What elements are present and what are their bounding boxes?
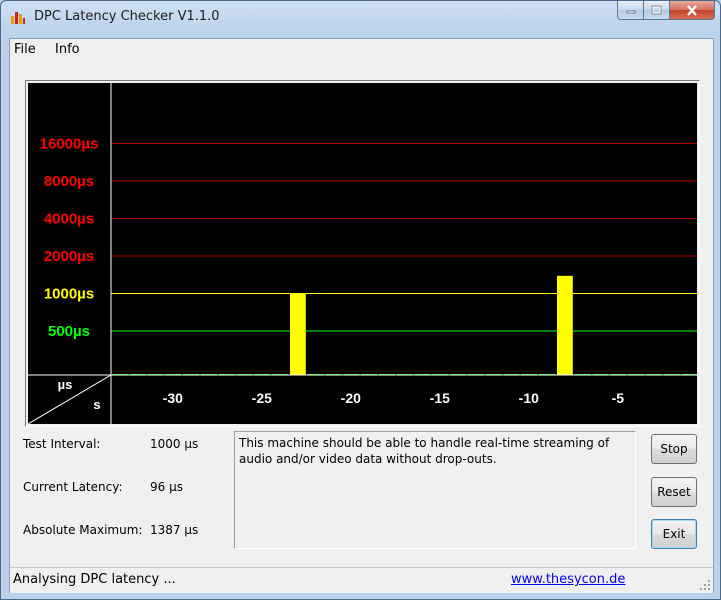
x-tick-label: -5 xyxy=(612,390,625,406)
close-button[interactable] xyxy=(670,1,715,20)
y-tick-label: 4000µs xyxy=(44,211,94,228)
menu-bar: File Info xyxy=(10,39,713,61)
y-tick-label: 8000µs xyxy=(44,173,94,190)
current-latency-label: Current Latency: xyxy=(23,480,123,494)
y-tick-label: 500µs xyxy=(48,323,90,340)
latency-bar xyxy=(557,275,573,375)
app-window: DPC Latency Checker V1.1.0 File Info 160… xyxy=(0,0,721,600)
window-title: DPC Latency Checker V1.1.0 xyxy=(34,9,220,24)
x-tick-label: -30 xyxy=(163,390,183,406)
test-interval-value: 1000 µs xyxy=(150,437,199,451)
resize-grip-icon[interactable] xyxy=(699,579,711,591)
maximize-button[interactable] xyxy=(644,1,670,20)
latency-graph: 16000µs 8000µs 4000µs 2000µs 1000µs 500µs -30… xyxy=(28,83,697,424)
absolute-maximum-value: 1387 µs xyxy=(150,523,199,537)
absolute-maximum-label: Absolute Maximum: xyxy=(23,523,143,537)
title-bar[interactable]: DPC Latency Checker V1.1.0 xyxy=(1,1,720,33)
test-interval-label: Test Interval: xyxy=(23,437,101,451)
status-bar: Analysing DPC latency ... www.thesycon.d… xyxy=(10,567,713,593)
menu-file[interactable]: File xyxy=(14,42,36,57)
x-tick-label: -25 xyxy=(252,390,272,406)
y-axis-unit-label: µs xyxy=(58,377,73,392)
y-tick-label: 1000µs xyxy=(44,286,94,303)
status-text: Analysing DPC latency ... xyxy=(13,572,176,587)
latency-bar xyxy=(290,293,306,375)
x-tick-label: -10 xyxy=(519,390,539,406)
status-message: This machine should be able to handle re… xyxy=(234,431,636,549)
x-axis-unit-label: s xyxy=(93,397,100,412)
y-tick-label: 16000µs xyxy=(40,136,99,153)
minimize-icon xyxy=(626,10,635,14)
app-bar-chart-icon xyxy=(11,12,25,24)
exit-button[interactable]: Exit xyxy=(651,519,697,549)
x-tick-label: -15 xyxy=(430,390,450,406)
x-tick-label: -20 xyxy=(341,390,361,406)
latency-graph-frame: 16000µs 8000µs 4000µs 2000µs 1000µs 500µs -30… xyxy=(25,80,700,427)
close-icon xyxy=(687,4,697,16)
current-latency-value: 96 µs xyxy=(150,480,183,494)
client-area: File Info 16000µs 8000µs 4000µs 2000µs 1000µ… xyxy=(9,38,714,593)
website-link[interactable]: www.thesycon.de xyxy=(511,572,625,587)
stop-button[interactable]: Stop xyxy=(651,434,697,464)
minimize-button[interactable] xyxy=(617,1,644,20)
maximize-icon xyxy=(651,5,662,15)
y-tick-label: 2000µs xyxy=(44,248,94,265)
menu-info[interactable]: Info xyxy=(55,42,80,57)
reset-button[interactable]: Reset xyxy=(651,477,697,507)
